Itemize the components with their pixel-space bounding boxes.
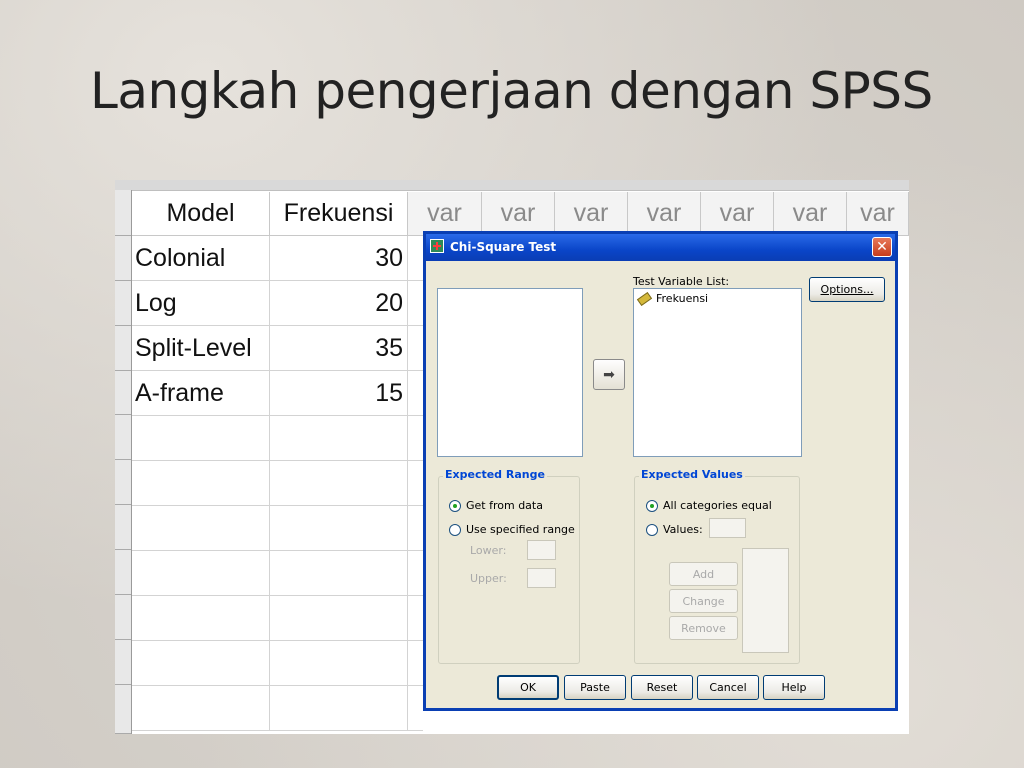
column-header-model[interactable]: Model [132, 192, 270, 236]
ok-button[interactable]: OK [497, 675, 559, 700]
source-variable-list[interactable] [437, 288, 583, 457]
all-categories-equal-radio[interactable] [646, 500, 658, 512]
slide-title: Langkah pengerjaan dengan SPSS [90, 62, 933, 120]
chi-square-dialog: Chi-Square Test ✕ ➡ Test Variable List: … [423, 231, 898, 711]
empty-cell[interactable] [408, 506, 423, 551]
add-button[interactable]: Add [669, 562, 738, 586]
row-header[interactable] [115, 326, 131, 371]
empty-cell[interactable] [408, 416, 423, 461]
column-header-var[interactable]: var [482, 192, 555, 236]
empty-cell[interactable] [132, 596, 270, 641]
row-header[interactable] [115, 236, 131, 281]
empty-cell[interactable] [132, 686, 270, 731]
column-header-var[interactable]: var [555, 192, 628, 236]
empty-cell[interactable] [408, 641, 423, 686]
values-radio[interactable] [646, 524, 658, 536]
spss-app-icon [430, 239, 444, 253]
empty-cell[interactable] [132, 551, 270, 596]
close-icon[interactable]: ✕ [872, 237, 892, 257]
get-from-data-label[interactable]: Get from data [466, 499, 543, 512]
cell-frekuensi[interactable]: 15 [270, 371, 408, 416]
expected-values-title: Expected Values [639, 468, 745, 481]
empty-cell[interactable] [270, 506, 408, 551]
row-header[interactable] [115, 640, 131, 685]
sheet-top-bar [115, 180, 909, 191]
change-button[interactable]: Change [669, 589, 738, 613]
row-header[interactable] [115, 505, 131, 550]
options-button-label: Options... [820, 283, 874, 296]
empty-cell[interactable] [408, 371, 423, 416]
cancel-button[interactable]: Cancel [697, 675, 759, 700]
move-variable-arrow-icon[interactable]: ➡ [593, 359, 625, 390]
values-label[interactable]: Values: [663, 523, 703, 536]
row-header[interactable] [115, 415, 131, 460]
empty-cell[interactable] [270, 641, 408, 686]
empty-cell[interactable] [408, 551, 423, 596]
column-header-var[interactable]: var [701, 192, 774, 236]
use-specified-range-radio[interactable] [449, 524, 461, 536]
expected-values-list[interactable] [742, 548, 789, 653]
use-specified-range-label[interactable]: Use specified range [466, 523, 575, 536]
column-header-var[interactable]: var [774, 192, 847, 236]
empty-cell[interactable] [270, 551, 408, 596]
empty-cell[interactable] [270, 596, 408, 641]
empty-cell[interactable] [408, 686, 423, 731]
cell-model[interactable]: Colonial [132, 236, 270, 281]
empty-cell[interactable] [408, 236, 423, 281]
empty-cell[interactable] [132, 416, 270, 461]
row-header[interactable] [115, 281, 131, 326]
expected-range-title: Expected Range [443, 468, 547, 481]
row-header[interactable] [115, 190, 131, 236]
empty-cell[interactable] [408, 461, 423, 506]
upper-label: Upper: [470, 572, 507, 585]
lower-input[interactable] [527, 540, 556, 560]
empty-cell[interactable] [270, 686, 408, 731]
cell-frekuensi[interactable]: 20 [270, 281, 408, 326]
empty-cell[interactable] [132, 641, 270, 686]
variable-name: Frekuensi [656, 292, 709, 305]
dialog-titlebar[interactable]: Chi-Square Test ✕ [426, 234, 895, 261]
cell-frekuensi[interactable]: 35 [270, 326, 408, 371]
get-from-data-radio[interactable] [449, 500, 461, 512]
options-button[interactable]: Options... [809, 277, 885, 302]
row-header[interactable] [115, 685, 131, 734]
row-header-column [115, 190, 132, 734]
all-categories-equal-label[interactable]: All categories equal [663, 499, 772, 512]
test-variable-list-label: Test Variable List: [633, 275, 730, 288]
scale-variable-icon [636, 291, 653, 306]
empty-cell[interactable] [408, 596, 423, 641]
row-header[interactable] [115, 595, 131, 640]
row-header[interactable] [115, 550, 131, 595]
remove-button[interactable]: Remove [669, 616, 738, 640]
empty-cell[interactable] [270, 461, 408, 506]
test-variable-list[interactable]: Frekuensi [633, 288, 802, 457]
column-header-frekuensi[interactable]: Frekuensi [270, 192, 408, 236]
column-header-var[interactable]: var [847, 192, 909, 236]
empty-cell[interactable] [408, 326, 423, 371]
expected-range-group: Expected Range Get from data Use specifi… [438, 468, 580, 664]
expected-values-group: Expected Values All categories equal Val… [634, 468, 800, 664]
empty-cell[interactable] [270, 416, 408, 461]
lower-label: Lower: [470, 544, 507, 557]
help-button[interactable]: Help [763, 675, 825, 700]
cell-model[interactable]: A-frame [132, 371, 270, 416]
paste-button[interactable]: Paste [564, 675, 626, 700]
reset-button[interactable]: Reset [631, 675, 693, 700]
upper-input[interactable] [527, 568, 556, 588]
empty-cell[interactable] [132, 506, 270, 551]
cell-model[interactable]: Log [132, 281, 270, 326]
cell-model[interactable]: Split-Level [132, 326, 270, 371]
empty-cell[interactable] [132, 461, 270, 506]
column-header-var[interactable]: var [628, 192, 701, 236]
column-header-var[interactable]: var [408, 192, 482, 236]
empty-cell[interactable] [408, 281, 423, 326]
values-input[interactable] [709, 518, 746, 538]
row-header[interactable] [115, 371, 131, 415]
list-item[interactable]: Frekuensi [636, 291, 709, 306]
cell-frekuensi[interactable]: 30 [270, 236, 408, 281]
row-header[interactable] [115, 460, 131, 505]
dialog-title: Chi-Square Test [450, 240, 557, 254]
